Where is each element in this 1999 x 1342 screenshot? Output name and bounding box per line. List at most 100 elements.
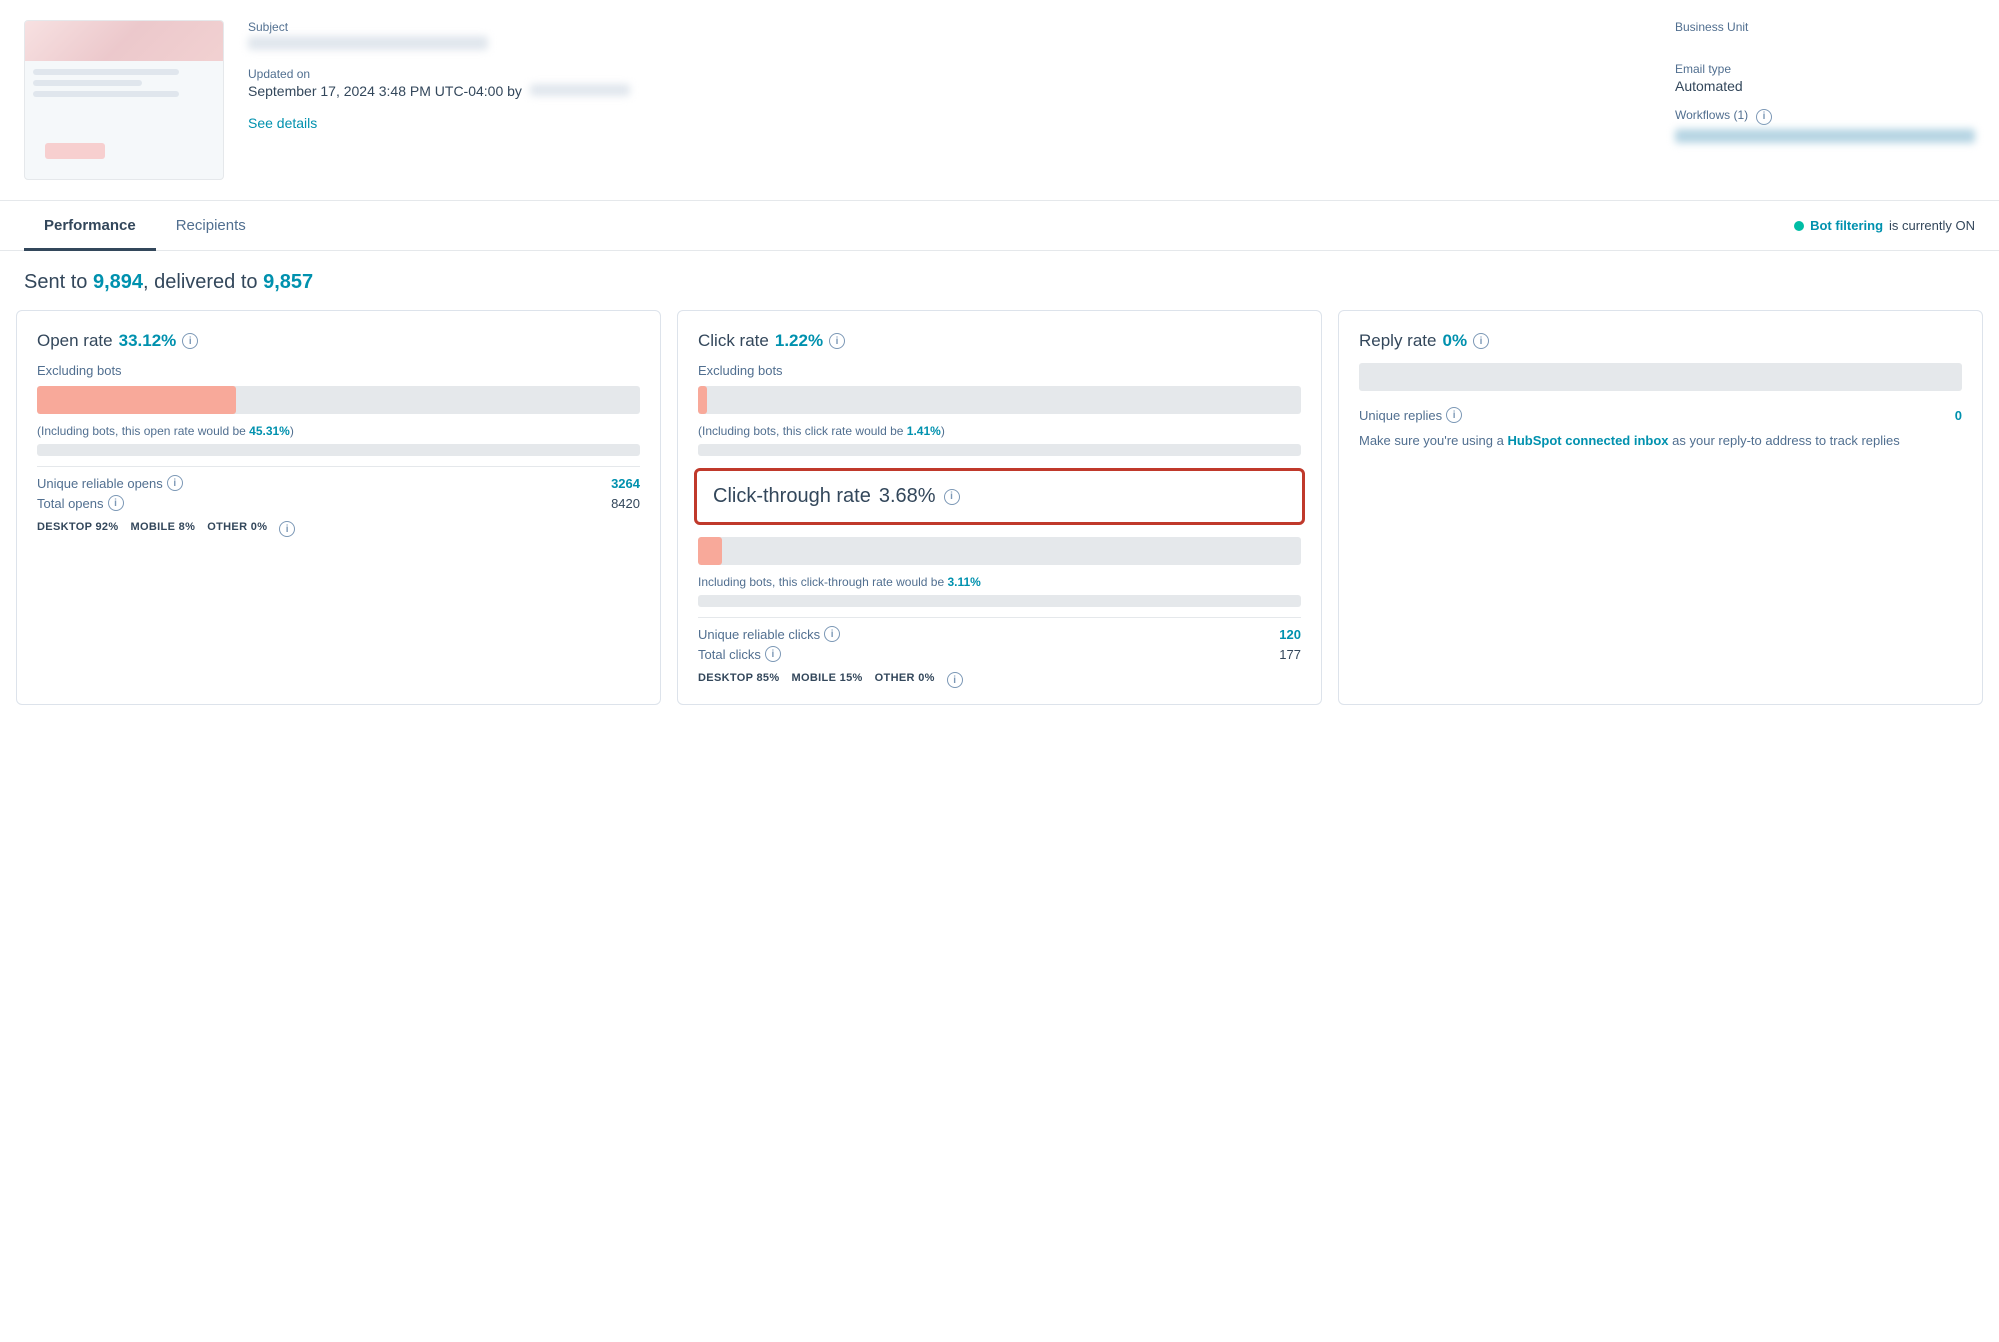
total-clicks-label: Total clicks	[698, 647, 761, 662]
email-type-label: Email type	[1675, 62, 1975, 76]
email-header: Subject Updated on September 17, 2024 3:…	[0, 0, 1999, 201]
open-excl-bots-label: Excluding bots	[37, 363, 640, 378]
click-rate-bar-fill	[698, 386, 707, 414]
incl-bots-rate: 45.31%	[249, 424, 290, 438]
click-incl-bots-bar-track	[698, 444, 1301, 456]
email-right-meta: Business Unit Email type Automated Workf…	[1675, 20, 1975, 180]
divider-2	[698, 617, 1301, 618]
inbox-note-post: as your reply-to address to track replie…	[1672, 433, 1900, 448]
inbox-note-pre: Make sure you're using a	[1359, 433, 1504, 448]
open-rate-bar-fill	[37, 386, 236, 414]
click-mobile-label: MOBILE 15%	[792, 672, 863, 688]
open-rate-info-icon[interactable]: i	[182, 333, 198, 349]
unique-opens-row: Unique reliable opens i 3264	[37, 475, 640, 491]
tab-performance[interactable]: Performance	[24, 201, 156, 251]
reply-rate-value: 0%	[1442, 331, 1467, 351]
total-opens-value: 8420	[611, 496, 640, 511]
incl-bots-text: (Including bots, this open rate would be	[37, 424, 246, 438]
unique-replies-info-icon[interactable]: i	[1446, 407, 1462, 423]
email-thumbnail	[24, 20, 224, 180]
workflows-info-icon[interactable]: i	[1756, 109, 1772, 125]
unique-opens-label: Unique reliable opens	[37, 476, 163, 491]
click-other-label: OTHER 0%	[875, 672, 935, 688]
ctr-incl-bots-note: Including bots, this click-through rate …	[698, 575, 1301, 589]
unique-clicks-row: Unique reliable clicks i 120	[698, 626, 1301, 642]
tabs-bar: Performance Recipients Bot filtering is …	[0, 201, 1999, 251]
email-meta: Subject Updated on September 17, 2024 3:…	[248, 20, 1651, 180]
updated-by-blurred	[530, 84, 630, 96]
delivered-count: 9,857	[263, 271, 313, 293]
total-opens-label: Total opens	[37, 496, 104, 511]
reply-rate-label: Reply rate	[1359, 331, 1436, 351]
sent-label: Sent to	[24, 271, 87, 293]
unique-replies-row: Unique replies i 0	[1359, 407, 1962, 423]
open-rate-title: Open rate 33.12% i	[37, 331, 640, 351]
reply-rate-card: Reply rate 0% i Unique replies i 0 Make …	[1338, 310, 1983, 705]
click-rate-value: 1.22%	[775, 331, 823, 351]
ctr-highlight-box: Click-through rate 3.68% i	[694, 468, 1305, 525]
total-opens-info-icon[interactable]: i	[108, 495, 124, 511]
ctr-bar-fill	[698, 537, 722, 565]
total-clicks-info-icon[interactable]: i	[765, 646, 781, 662]
unique-replies-value: 0	[1955, 408, 1962, 423]
subject-value-blurred	[248, 36, 488, 50]
unique-clicks-info-icon[interactable]: i	[824, 626, 840, 642]
click-rate-label: Click rate	[698, 331, 769, 351]
click-excl-bots-label: Excluding bots	[698, 363, 1301, 378]
bot-filter-badge: Bot filtering is currently ON	[1794, 218, 1975, 233]
open-mobile-label: MOBILE 8%	[131, 521, 196, 537]
email-type-value: Automated	[1675, 78, 1975, 94]
unique-clicks-label: Unique reliable clicks	[698, 627, 820, 642]
click-device-info-icon[interactable]: i	[947, 672, 963, 688]
open-incl-bots-note: (Including bots, this open rate would be…	[37, 424, 640, 438]
bot-filtering-label: Bot filtering	[1810, 218, 1883, 233]
subject-label: Subject	[248, 20, 1651, 34]
click-incl-bots-text: (Including bots, this click rate would b…	[698, 424, 903, 438]
open-rate-label: Open rate	[37, 331, 113, 351]
divider-1	[37, 466, 640, 467]
see-details-link[interactable]: See details	[248, 115, 317, 131]
hubspot-inbox-link[interactable]: HubSpot connected inbox	[1507, 433, 1668, 448]
business-unit-label: Business Unit	[1675, 20, 1975, 34]
ctr-rate-value: 3.68%	[879, 485, 936, 508]
reply-rate-bar-track	[1359, 363, 1962, 391]
open-rate-card: Open rate 33.12% i Excluding bots (Inclu…	[16, 310, 661, 705]
device-info-icon[interactable]: i	[279, 521, 295, 537]
bot-dot-icon	[1794, 221, 1804, 231]
updated-value: September 17, 2024 3:48 PM UTC-04:00 by	[248, 83, 522, 99]
open-rate-bar-track	[37, 386, 640, 414]
total-clicks-value: 177	[1279, 647, 1301, 662]
click-incl-bots-bar-fill	[698, 444, 710, 456]
reply-rate-info-icon[interactable]: i	[1473, 333, 1489, 349]
tab-recipients[interactable]: Recipients	[156, 201, 266, 251]
click-rate-info-icon[interactable]: i	[829, 333, 845, 349]
total-clicks-row: Total clicks i 177	[698, 646, 1301, 662]
click-incl-bots-note: (Including bots, this click rate would b…	[698, 424, 1301, 438]
reply-rate-title: Reply rate 0% i	[1359, 331, 1962, 351]
click-device-row: DESKTOP 85% MOBILE 15% OTHER 0% i	[698, 672, 1301, 688]
ctr-bar-track	[698, 537, 1301, 565]
open-desktop-label: DESKTOP 92%	[37, 521, 119, 537]
sent-count: 9,894	[93, 271, 143, 293]
ctr-info-icon[interactable]: i	[944, 489, 960, 505]
reply-inbox-note: Make sure you're using a HubSpot connect…	[1359, 431, 1962, 451]
incl-bots-bar-fill	[37, 444, 308, 456]
unique-opens-info-icon[interactable]: i	[167, 475, 183, 491]
bot-filter-suffix: is currently ON	[1889, 218, 1975, 233]
workflow-value-blurred	[1675, 129, 1975, 143]
incl-bots-bar-track	[37, 444, 640, 456]
open-rate-value: 33.12%	[119, 331, 177, 351]
ctr-incl-bar-track	[698, 595, 1301, 607]
open-other-label: OTHER 0%	[207, 521, 267, 537]
delivered-label: delivered to	[154, 271, 257, 293]
unique-opens-value: 3264	[611, 476, 640, 491]
ctr-incl-text: Including bots, this click-through rate …	[698, 575, 944, 589]
click-incl-bots-rate: 1.41%	[907, 424, 941, 438]
ctr-label: Click-through rate	[713, 485, 871, 508]
open-device-row: DESKTOP 92% MOBILE 8% OTHER 0% i	[37, 521, 640, 537]
total-opens-row: Total opens i 8420	[37, 495, 640, 511]
updated-label: Updated on	[248, 67, 1651, 81]
sent-summary: Sent to 9,894, delivered to 9,857	[0, 251, 1999, 310]
click-rate-bar-track	[698, 386, 1301, 414]
ctr-incl-bar-fill	[698, 595, 716, 607]
